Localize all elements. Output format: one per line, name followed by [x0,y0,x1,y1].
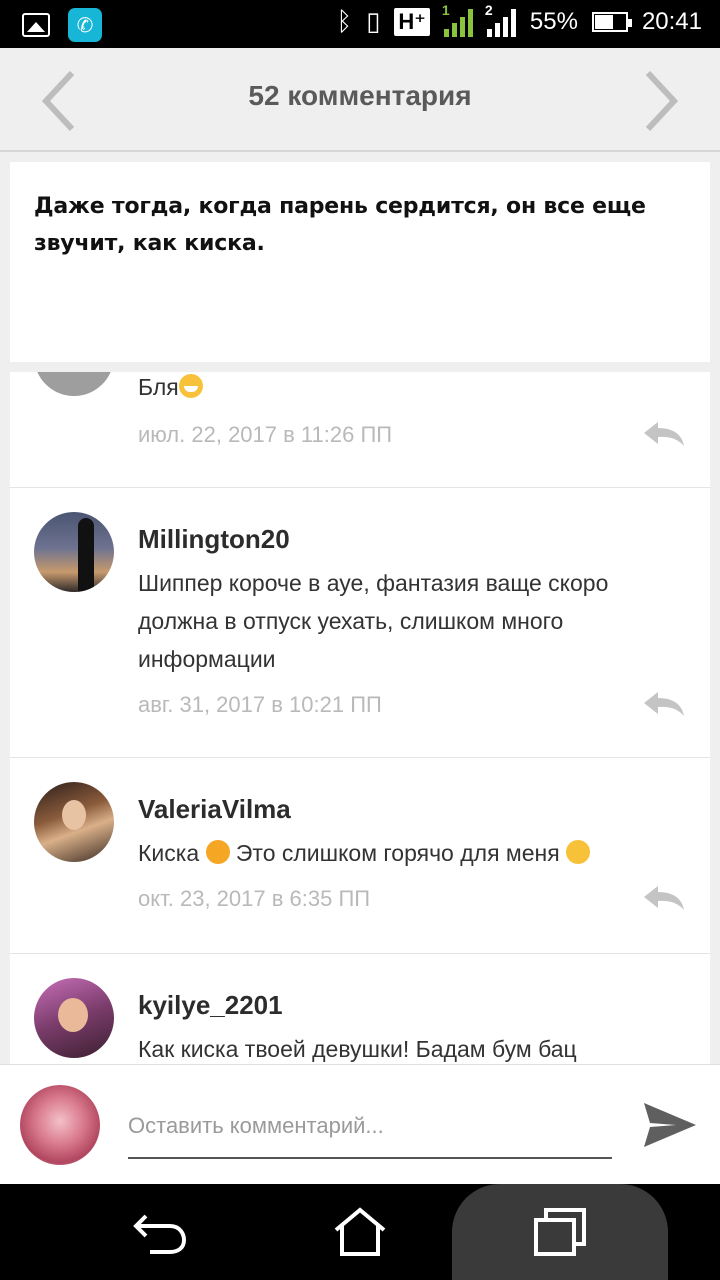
back-icon[interactable] [130,1202,190,1262]
comment-date: окт. 23, 2017 в 6:35 ПП [138,886,371,911]
vibrate-icon: ▯ [366,6,381,36]
recent-apps-icon[interactable] [530,1202,590,1262]
comment-date: авг. 31, 2017 в 10:21 ПП [138,692,382,717]
comment-text: Бля [138,372,678,406]
comment-text: Киска Это слишком горячо для меня [138,834,678,872]
sim1-signal-icon: 1 [441,2,473,37]
avatar[interactable] [34,978,114,1058]
comments-list[interactable]: Бля июл. 22, 2017 в 11:26 ПП Millington2… [10,372,710,1064]
comment-input[interactable]: Оставить комментарий... [128,1109,612,1159]
post-card: Даже тогда, когда парень сердится, он вс… [10,162,710,362]
reply-icon[interactable] [642,884,686,912]
sim2-signal-icon: 2 [484,2,516,37]
status-bar: ✆ ᛒ ▯ H⁺ 1 2 55% 20:41 [0,0,720,48]
app-notification-icon: ✆ [68,8,102,42]
comment-author[interactable]: ValeriaVilma [138,794,291,825]
gallery-notification-icon [22,13,50,37]
reply-icon[interactable] [642,690,686,718]
comment-item: kyilye_2201 Как киска твоей девушки! Бад… [10,954,710,1064]
comment-item: ValeriaVilma Киска Это слишком горячо дл… [10,758,710,954]
battery-icon [591,11,632,32]
post-text: Даже тогда, когда парень сердится, он вс… [34,194,646,256]
page-title: 52 комментария [248,80,472,111]
comment-author[interactable]: kyilye_2201 [138,990,283,1021]
avatar[interactable] [34,372,114,396]
app-bar: 52 комментария [0,48,720,152]
clock: 20:41 [641,7,702,35]
next-arrow-icon[interactable] [632,66,692,136]
kiss-emoji-icon [205,840,230,864]
network-type-icon: H⁺ [394,7,430,36]
avatar[interactable] [34,782,114,862]
smirk-emoji-icon [566,840,591,864]
comment-item: Бля июл. 22, 2017 в 11:26 ПП [10,372,710,488]
comment-date: июл. 22, 2017 в 11:26 ПП [138,422,393,447]
comment-text: Как киска твоей девушки! Бадам бум бац [138,1036,577,1062]
battery-percent: 55% [529,7,578,35]
user-avatar [20,1085,100,1165]
grin-emoji-icon [178,374,203,398]
send-icon[interactable] [642,1097,698,1153]
comment-composer: Оставить комментарий... [0,1064,720,1184]
comment-author[interactable]: Millington20 [138,524,290,555]
reply-icon[interactable] [642,420,686,448]
system-nav-bar [0,1184,720,1280]
avatar[interactable] [34,512,114,592]
home-icon[interactable] [330,1202,390,1262]
bluetooth-icon: ᛒ [336,6,353,36]
comment-item: Millington20 Шиппер короче в ауе, фантаз… [10,488,710,758]
comment-text: Шиппер короче в ауе, фантазия ваще скоро… [138,570,609,672]
